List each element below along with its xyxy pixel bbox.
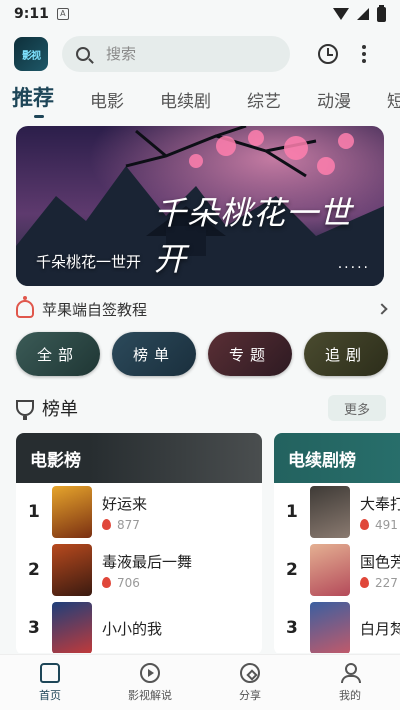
app-logo[interactable]: 影视 — [14, 37, 48, 71]
home-icon — [40, 662, 60, 683]
compass-icon — [240, 662, 260, 683]
poster-image — [52, 486, 92, 538]
tab-variety[interactable]: 综艺 — [247, 87, 281, 118]
search-box[interactable] — [62, 36, 290, 72]
history-icon[interactable] — [318, 44, 338, 64]
battery-icon — [377, 4, 386, 22]
more-options-icon[interactable] — [362, 45, 366, 63]
item-title: 小小的我 — [102, 619, 163, 638]
carousel-indicator: ..... — [337, 256, 370, 272]
bell-icon — [16, 296, 34, 318]
category-following-button[interactable]: 追剧 — [304, 332, 388, 376]
item-title: 大奉打 — [360, 494, 400, 513]
poster-image — [52, 544, 92, 596]
heat-value: 227 — [375, 575, 398, 590]
app-logo-text: 影视 — [22, 50, 41, 62]
flame-icon — [102, 519, 111, 530]
list-item[interactable]: 1 大奉打 491 — [274, 483, 400, 541]
category-topics-button[interactable]: 专题 — [208, 332, 292, 376]
bottom-navigation: 首页 影视解说 分享 我的 — [0, 654, 400, 710]
rank-number: 2 — [28, 560, 40, 580]
nav-label: 影视解说 — [128, 688, 172, 702]
tab-short[interactable]: 短 — [387, 87, 400, 118]
signal-icon — [357, 8, 369, 20]
status-indicators — [333, 4, 386, 22]
wifi-icon — [333, 8, 349, 20]
rank-number: 1 — [286, 502, 298, 522]
nav-profile[interactable]: 我的 — [300, 655, 400, 710]
ranking-section-header: 榜单 更多 — [16, 393, 386, 423]
top-bar: 影视 — [0, 32, 400, 76]
search-input[interactable] — [106, 45, 256, 63]
list-item[interactable]: 2 毒液最后一舞 706 — [16, 541, 262, 599]
item-title: 好运来 — [102, 494, 148, 513]
list-item[interactable]: 2 国色芳 227 — [274, 541, 400, 599]
item-title: 白月梵 — [360, 619, 400, 638]
category-tabs: 推荐 电影 电续剧 综艺 动漫 短 — [0, 84, 400, 118]
status-bar: 9:11 A — [0, 0, 400, 28]
poster-image — [310, 602, 350, 653]
flame-icon — [360, 519, 369, 530]
rank-number: 2 — [286, 560, 298, 580]
poster-image — [310, 544, 350, 596]
tab-movie[interactable]: 电影 — [90, 87, 124, 118]
nav-label: 我的 — [339, 688, 361, 702]
rank-card-title: 电影榜 — [16, 433, 262, 483]
heat-value: 877 — [117, 517, 140, 532]
tab-anime[interactable]: 动漫 — [317, 87, 351, 118]
ranking-cards: 电影榜 1 好运来 877 2 毒液最后一舞 706 3 小小的我 电续剧榜 1… — [16, 433, 400, 653]
nav-label: 分享 — [239, 688, 261, 702]
category-shortcuts: 全部 榜单 专题 追剧 — [16, 332, 396, 376]
rank-number: 3 — [28, 618, 40, 638]
list-item[interactable]: 1 好运来 877 — [16, 483, 262, 541]
chevron-right-icon — [376, 303, 388, 315]
tab-recommend[interactable]: 推荐 — [12, 84, 54, 118]
category-all-button[interactable]: 全部 — [16, 332, 100, 376]
tab-series[interactable]: 电续剧 — [160, 87, 211, 118]
series-ranking-card[interactable]: 电续剧榜 1 大奉打 491 2 国色芳 227 3 白月梵 — [274, 433, 400, 653]
section-title: 榜单 — [42, 399, 78, 420]
notice-bar[interactable]: 苹果端自签教程 — [16, 296, 388, 322]
notification-icon: A — [56, 8, 69, 20]
category-ranking-button[interactable]: 榜单 — [112, 332, 196, 376]
movie-ranking-card[interactable]: 电影榜 1 好运来 877 2 毒液最后一舞 706 3 小小的我 — [16, 433, 262, 653]
item-title: 国色芳 — [360, 552, 400, 571]
poster-image — [52, 602, 92, 653]
banner-carousel[interactable]: 千朵桃花一世开 千朵桃花一世开 ..... — [16, 126, 384, 286]
rank-number: 1 — [28, 502, 40, 522]
search-icon — [76, 47, 90, 61]
nav-label: 首页 — [39, 688, 61, 702]
more-button[interactable]: 更多 — [328, 395, 386, 421]
notice-text: 苹果端自签教程 — [42, 300, 148, 319]
rank-card-title: 电续剧榜 — [274, 433, 400, 483]
user-icon — [340, 662, 361, 683]
banner-caption: 千朵桃花一世开 — [36, 253, 142, 271]
poster-image — [310, 486, 350, 538]
nav-commentary[interactable]: 影视解说 — [100, 655, 200, 710]
list-item[interactable]: 3 白月梵 — [274, 599, 400, 653]
flame-icon — [360, 577, 369, 588]
nav-home[interactable]: 首页 — [0, 655, 100, 710]
item-title: 毒液最后一舞 — [102, 552, 193, 571]
list-item[interactable]: 3 小小的我 — [16, 599, 262, 653]
rank-number: 3 — [286, 618, 298, 638]
flame-icon — [102, 577, 111, 588]
heat-value: 491 — [375, 517, 398, 532]
nav-share[interactable]: 分享 — [200, 655, 300, 710]
play-icon — [140, 662, 160, 683]
trophy-icon — [16, 400, 34, 420]
heat-value: 706 — [117, 575, 140, 590]
status-time: 9:11 — [14, 6, 49, 22]
